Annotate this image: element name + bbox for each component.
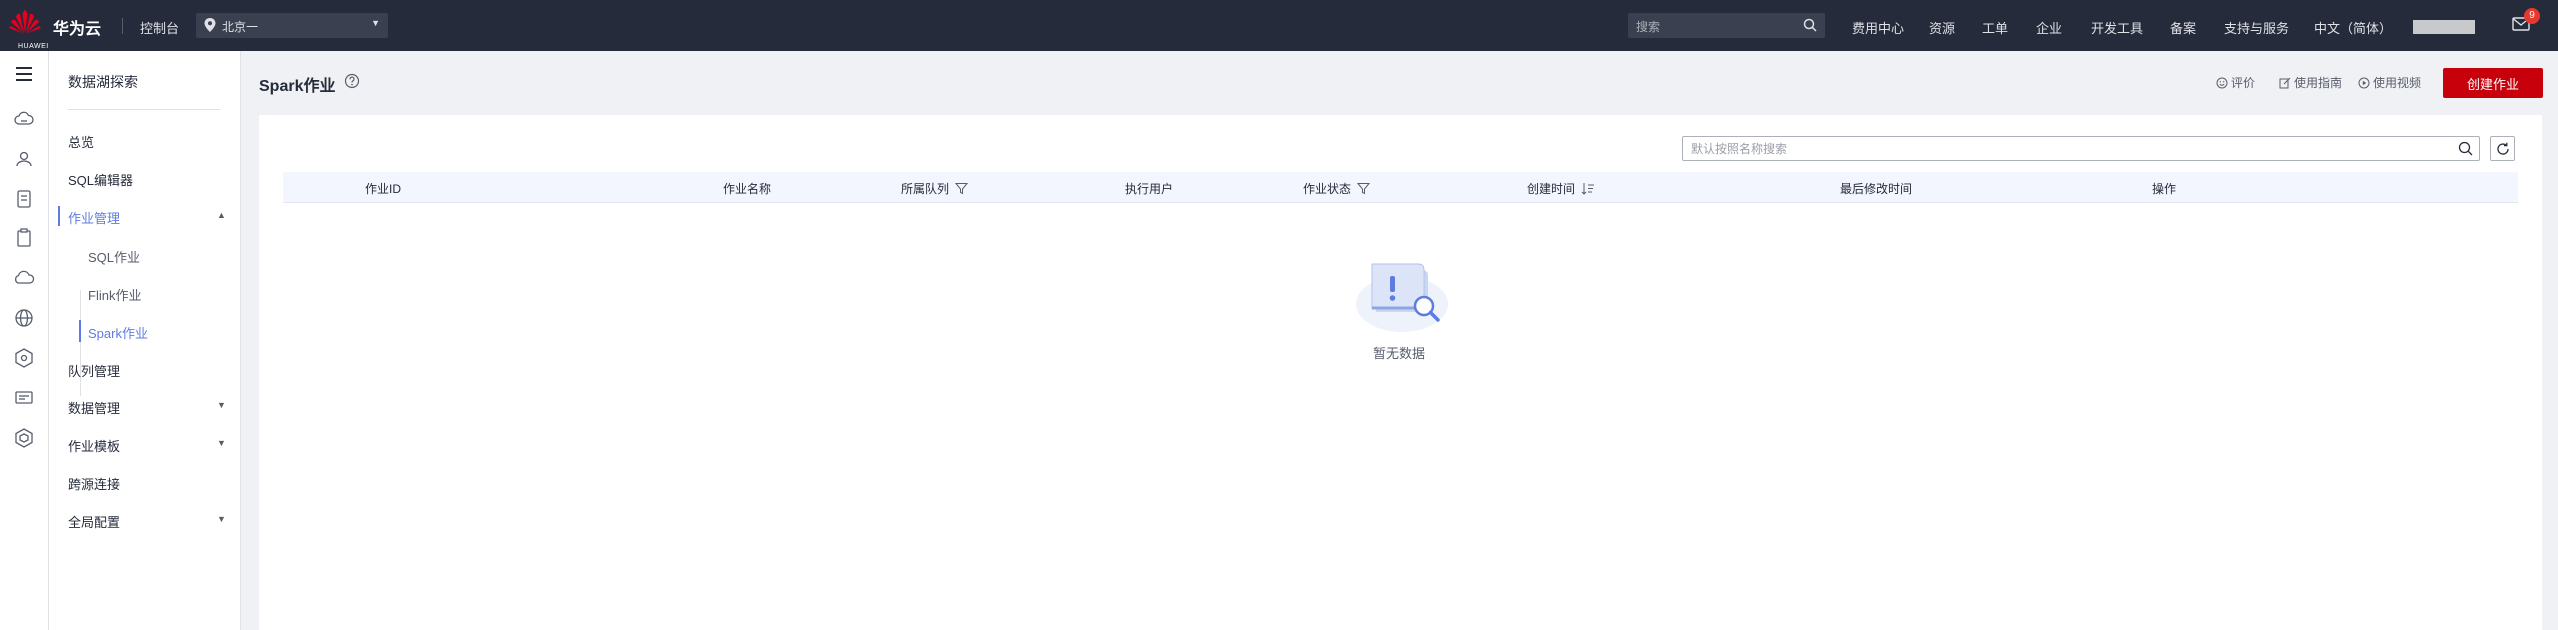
brand-name[interactable]: 华为云 — [53, 15, 101, 39]
column-created-label: 创建时间 — [1527, 182, 1576, 196]
nav-filing[interactable]: 备案 — [2170, 18, 2196, 37]
sidebar-item-overview[interactable]: 总览 — [68, 132, 228, 151]
nav-enterprise[interactable]: 企业 — [2036, 18, 2062, 37]
cloud-icon[interactable] — [12, 107, 36, 131]
guide-label: 使用指南 — [2294, 76, 2343, 90]
page-title: Spark作业 — [259, 78, 336, 95]
video-link[interactable]: 使用视频 — [2358, 74, 2421, 91]
column-job-id: 作业ID — [365, 182, 402, 196]
nav-support[interactable]: 支持与服务 — [2224, 18, 2289, 37]
language-selector[interactable]: 中文（简体） — [2314, 18, 2392, 37]
column-queue-label: 所属队列 — [901, 182, 950, 196]
nav-billing-center[interactable]: 费用中心 — [1852, 18, 1904, 37]
sidebar-item-global-config[interactable]: 全局配置 — [68, 512, 228, 531]
column-queue: 所属队列 — [901, 180, 969, 197]
sort-icon[interactable] — [1581, 182, 1595, 195]
column-status: 作业状态 — [1303, 180, 1371, 197]
hexagon-icon[interactable] — [12, 426, 36, 450]
sidebar-item-job-templates[interactable]: 作业模板 — [68, 436, 228, 455]
column-status-label: 作业状态 — [1303, 182, 1352, 196]
sidebar-item-job-management[interactable]: 作业管理 — [68, 208, 228, 227]
caret-up-icon[interactable]: ▲ — [217, 210, 226, 220]
sidebar-item-sql-editor[interactable]: SQL编辑器 — [68, 170, 228, 189]
search-placeholder: 搜索 — [1636, 20, 1661, 34]
column-created: 创建时间 — [1527, 180, 1595, 197]
create-job-button[interactable]: 创建作业 — [2443, 68, 2543, 98]
refresh-button[interactable] — [2490, 136, 2515, 161]
secondary-nav: 数据湖探索 总览 SQL编辑器 作业管理 ▲ SQL作业 Flink作业 Spa… — [49, 51, 241, 630]
service-rail — [0, 51, 49, 630]
region-label: 北京一 — [222, 20, 259, 34]
caret-down-icon[interactable]: ▼ — [217, 438, 226, 448]
active-sub-indicator — [79, 320, 81, 342]
sidebar-item-queue-management[interactable]: 队列管理 — [68, 361, 228, 380]
filter-icon[interactable] — [954, 182, 969, 195]
location-pin-icon — [204, 18, 216, 32]
sidebar-item-data-management[interactable]: 数据管理 — [68, 398, 228, 417]
nav-dev-tools[interactable]: 开发工具 — [2091, 18, 2143, 37]
nav-resources[interactable]: 资源 — [1929, 18, 1955, 37]
globe-icon[interactable] — [12, 306, 36, 330]
column-operations: 操作 — [2152, 182, 2177, 196]
logo-text: HUAWEI — [18, 43, 49, 50]
sidebar-item-sql-jobs[interactable]: SQL作业 — [88, 247, 140, 266]
sidebar-item-flink-jobs[interactable]: Flink作业 — [88, 285, 141, 304]
rate-label: 评价 — [2231, 76, 2256, 90]
video-label: 使用视频 — [2373, 76, 2422, 90]
edit-doc-icon — [2279, 77, 2291, 89]
caret-down-icon[interactable]: ▼ — [217, 514, 226, 524]
sidebar-item-cross-source[interactable]: 跨源连接 — [68, 474, 228, 493]
table-header-row: 作业ID 作业名称 所属队列 执行用户 作业状态 创建时间 最后修改时间 操作 — [283, 172, 2518, 203]
jobs-table-card: 作业ID 作业名称 所属队列 执行用户 作业状态 创建时间 最后修改时间 操作 … — [259, 115, 2542, 630]
monitor-icon[interactable] — [12, 386, 36, 410]
caret-down-icon[interactable]: ▼ — [217, 400, 226, 410]
clipboard-icon[interactable] — [12, 226, 36, 250]
smiley-icon — [2216, 77, 2228, 89]
column-job-name: 作业名称 — [723, 182, 772, 196]
cube-icon[interactable] — [12, 346, 36, 370]
top-bar: HUAWEI 华为云 控制台 北京一 ▼ 搜索 费用中心 资源 工单 企业 开发… — [0, 0, 2558, 51]
huawei-logo-icon[interactable]: HUAWEI — [8, 9, 48, 50]
people-icon[interactable] — [12, 147, 36, 171]
empty-state-illustration — [1356, 263, 1448, 332]
job-search-input[interactable] — [1691, 140, 2431, 157]
submenu-guide-line — [80, 290, 81, 396]
filter-icon[interactable] — [1356, 182, 1371, 195]
help-icon[interactable] — [344, 73, 360, 89]
divider — [68, 109, 220, 110]
guide-link[interactable]: 使用指南 — [2279, 74, 2342, 91]
search-icon[interactable] — [2458, 141, 2473, 156]
user-account[interactable] — [2413, 20, 2475, 34]
document-icon[interactable] — [12, 187, 36, 211]
region-selector[interactable]: 北京一 ▼ — [196, 13, 388, 38]
column-user: 执行用户 — [1125, 182, 1174, 196]
console-link[interactable]: 控制台 — [140, 18, 179, 37]
divider — [122, 18, 123, 34]
play-circle-icon — [2358, 77, 2370, 89]
empty-state-text: 暂无数据 — [1373, 346, 1426, 361]
nav-tickets[interactable]: 工单 — [1982, 18, 2008, 37]
column-modified: 最后修改时间 — [1840, 182, 1913, 196]
sidebar-item-spark-jobs[interactable]: Spark作业 — [88, 323, 148, 342]
caret-down-icon: ▼ — [371, 18, 380, 28]
cloud-outline-icon[interactable] — [12, 266, 36, 290]
search-icon[interactable] — [1803, 18, 1817, 32]
refresh-icon — [2497, 142, 2509, 155]
active-indicator — [58, 206, 60, 226]
menu-icon[interactable] — [12, 62, 36, 86]
notification-badge: 9 — [2524, 8, 2540, 24]
job-search-field[interactable] — [1682, 136, 2480, 161]
global-search-input[interactable]: 搜索 — [1628, 13, 1825, 38]
rate-link[interactable]: 评价 — [2216, 74, 2255, 91]
service-title: 数据湖探索 — [68, 74, 138, 90]
